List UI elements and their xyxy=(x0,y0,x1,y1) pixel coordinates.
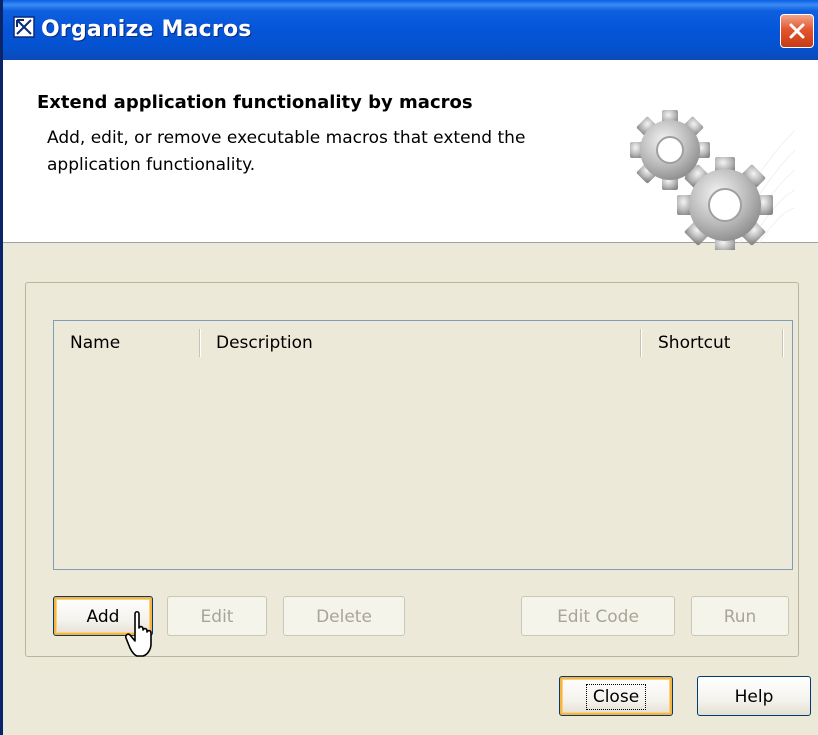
add-button-label: Add xyxy=(86,607,120,627)
mouse-cursor-icon xyxy=(125,610,152,657)
close-window-button[interactable] xyxy=(780,14,814,48)
column-divider[interactable] xyxy=(640,329,642,357)
help-button-label: Help xyxy=(734,687,774,707)
edit-code-button[interactable]: Edit Code xyxy=(521,596,675,636)
window-title: Organize Macros xyxy=(41,17,252,42)
delete-button[interactable]: Delete xyxy=(283,596,405,636)
edit-button[interactable]: Edit xyxy=(167,596,267,636)
edit-button-label: Edit xyxy=(200,607,234,627)
delete-button-label: Delete xyxy=(316,607,372,627)
column-divider[interactable] xyxy=(782,329,784,357)
run-button[interactable]: Run xyxy=(691,596,789,636)
column-header-name[interactable]: Name xyxy=(70,321,120,365)
edit-code-button-label: Edit Code xyxy=(557,607,639,627)
run-button-label: Run xyxy=(723,607,757,627)
column-header-shortcut[interactable]: Shortcut xyxy=(658,321,730,365)
gears-icon xyxy=(630,110,795,250)
header-description: Add, edit, or remove executable macros t… xyxy=(47,128,526,175)
organize-macros-dialog: Organize Macros Extend application funct… xyxy=(0,0,818,735)
title-bar[interactable]: Organize Macros xyxy=(3,0,818,60)
table-header: Name Description Shortcut xyxy=(54,321,792,365)
macro-window-icon xyxy=(13,16,35,38)
column-divider[interactable] xyxy=(199,329,201,357)
close-button-label: Close xyxy=(585,684,647,710)
header-title: Extend application functionality by macr… xyxy=(37,92,473,113)
macros-table[interactable]: Name Description Shortcut xyxy=(53,320,793,570)
column-header-description[interactable]: Description xyxy=(216,321,313,365)
help-button[interactable]: Help xyxy=(697,676,811,716)
close-icon xyxy=(789,23,805,39)
close-button[interactable]: Close xyxy=(559,676,673,716)
